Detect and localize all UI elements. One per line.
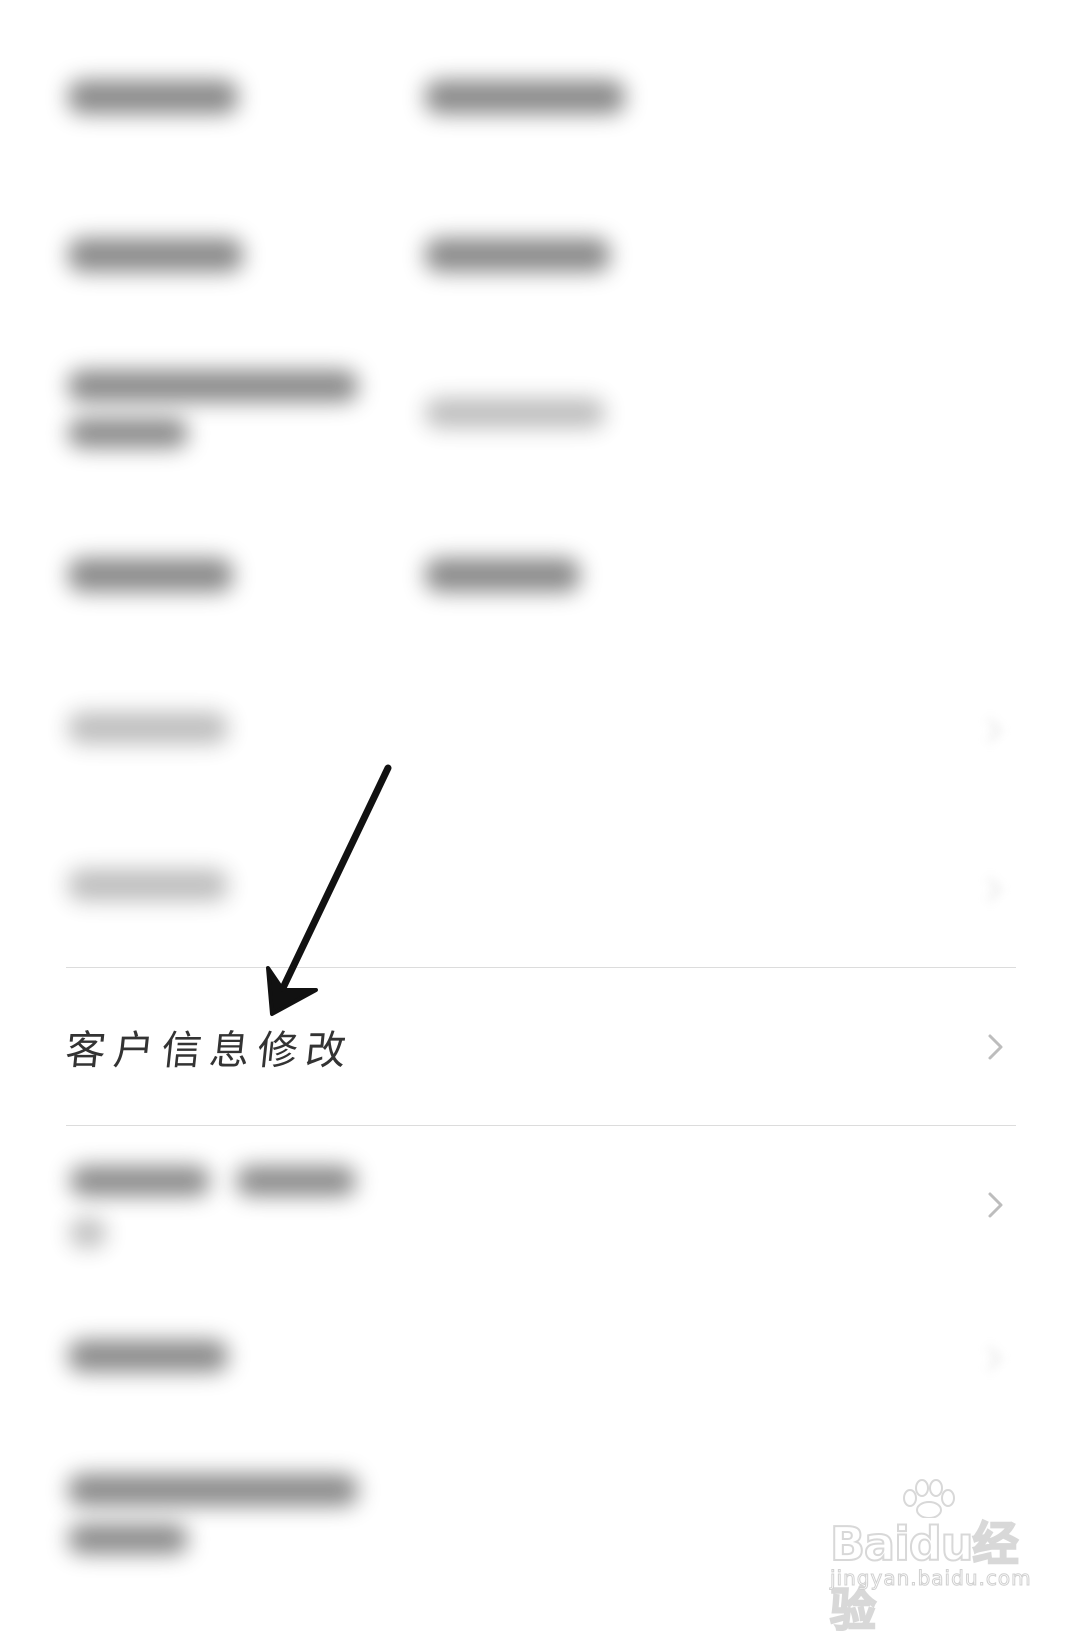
blurred-row [0, 1310, 1080, 1410]
list-item-blurred[interactable] [66, 1126, 1016, 1283]
chevron-right-icon [988, 1192, 1003, 1218]
watermark-url: jingyan.baidu.com [830, 1566, 1032, 1591]
list-item-customer-info-edit[interactable]: 客户信息修改 [63, 968, 1016, 1125]
blurred-row [0, 40, 1080, 160]
baidu-jingyan-watermark: Baidu经验 jingyan.baidu.com [820, 1478, 1032, 1638]
chevron-right-icon [988, 1034, 1003, 1059]
blurred-row [0, 680, 1080, 800]
list-item-label: 客户信息修改 [63, 1027, 356, 1074]
blurred-row [0, 200, 1080, 320]
blurred-row [0, 350, 1080, 500]
settings-list-screen: 客户信息修改 Baidu经验 jingyan.baidu.com [0, 0, 1080, 1638]
blurred-row [0, 835, 1080, 955]
blurred-row [0, 520, 1080, 640]
